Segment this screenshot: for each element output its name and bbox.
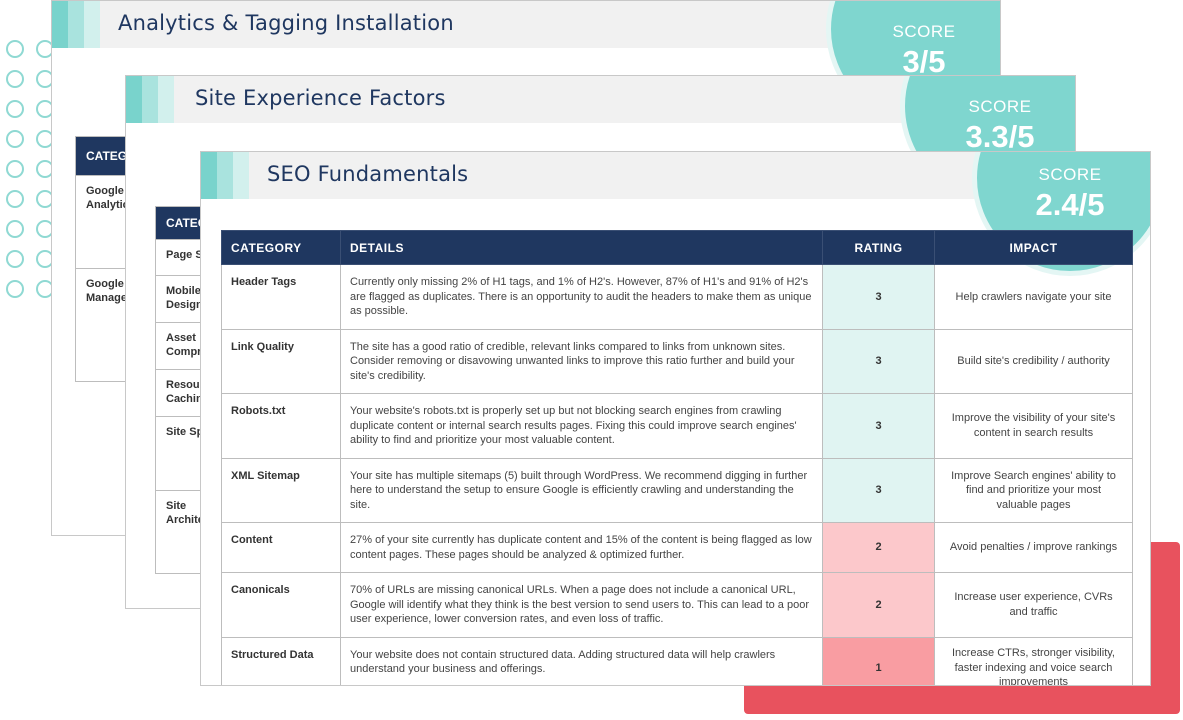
table-row: Robots.txt Your website's robots.txt is … <box>221 393 1133 459</box>
details-cell: 70% of URLs are missing canonical URLs. … <box>340 572 823 638</box>
table-row: Header Tags Currently only missing 2% of… <box>221 264 1133 330</box>
score-label: SCORE <box>1038 165 1102 184</box>
decorative-dot-grid <box>6 40 56 310</box>
table-header-row: CATEGORY DETAILS RATING IMPACT <box>221 230 1133 265</box>
details-cell: Your website's robots.txt is properly se… <box>340 393 823 459</box>
impact-cell: Improve Search engines' ability to find … <box>934 457 1133 523</box>
table-row: XML Sitemap Your site has multiple sitem… <box>221 457 1133 523</box>
details-cell: Your website does not contain structured… <box>340 636 823 685</box>
score-label: SCORE <box>892 22 956 41</box>
impact-cell: Build site's credibility / authority <box>934 328 1133 394</box>
details-cell: Your site has multiple sitemaps (5) buil… <box>340 457 823 523</box>
card-title: Analytics & Tagging Installation <box>118 11 454 35</box>
score-value: 2.4/5 <box>1035 187 1105 222</box>
table-row: Link Quality The site has a good ratio o… <box>221 328 1133 394</box>
column-header-category: CATEGORY <box>221 230 341 265</box>
card-title: SEO Fundamentals <box>267 162 469 186</box>
column-header-rating: RATING <box>822 230 935 265</box>
category-cell: Robots.txt <box>221 393 341 459</box>
rating-cell: 3 <box>822 457 935 523</box>
rating-cell: 2 <box>822 522 935 573</box>
rating-cell: 2 <box>822 572 935 638</box>
score-value: 3.3/5 <box>965 119 1035 154</box>
header-stripes <box>52 1 104 48</box>
category-cell: Canonicals <box>221 572 341 638</box>
column-header-impact: IMPACT <box>934 230 1133 265</box>
card-title: Site Experience Factors <box>195 86 446 110</box>
impact-cell: Increase CTRs, stronger visibility, fast… <box>934 636 1133 685</box>
seo-fundamentals-card: SEO Fundamentals SCORE 2.4/5 CATEGORY DE… <box>200 151 1151 686</box>
category-cell: XML Sitemap <box>221 457 341 523</box>
category-cell: Header Tags <box>221 264 341 330</box>
rating-cell: 1 <box>822 636 935 685</box>
category-cell: Link Quality <box>221 328 341 394</box>
category-cell: Structured Data <box>221 636 341 685</box>
rating-cell: 3 <box>822 264 935 330</box>
rating-cell: 3 <box>822 328 935 394</box>
table-row: Canonicals 70% of URLs are missing canon… <box>221 572 1133 638</box>
details-cell: Currently only missing 2% of H1 tags, an… <box>340 264 823 330</box>
score-label: SCORE <box>968 97 1032 116</box>
table-row: Structured Data Your website does not co… <box>221 636 1133 685</box>
impact-cell: Improve the visibility of your site's co… <box>934 393 1133 459</box>
impact-cell: Avoid penalties / improve rankings <box>934 522 1133 573</box>
table-row: Content 27% of your site currently has d… <box>221 522 1133 573</box>
header-stripes <box>126 76 178 123</box>
header-stripes <box>201 152 253 199</box>
rating-cell: 3 <box>822 393 935 459</box>
column-header-details: DETAILS <box>340 230 823 265</box>
impact-cell: Increase user experience, CVRs and traff… <box>934 572 1133 638</box>
details-cell: The site has a good ratio of credible, r… <box>340 328 823 394</box>
category-cell: Content <box>221 522 341 573</box>
impact-cell: Help crawlers navigate your site <box>934 264 1133 330</box>
details-cell: 27% of your site currently has duplicate… <box>340 522 823 573</box>
seo-table: CATEGORY DETAILS RATING IMPACT Header Ta… <box>221 230 1133 685</box>
